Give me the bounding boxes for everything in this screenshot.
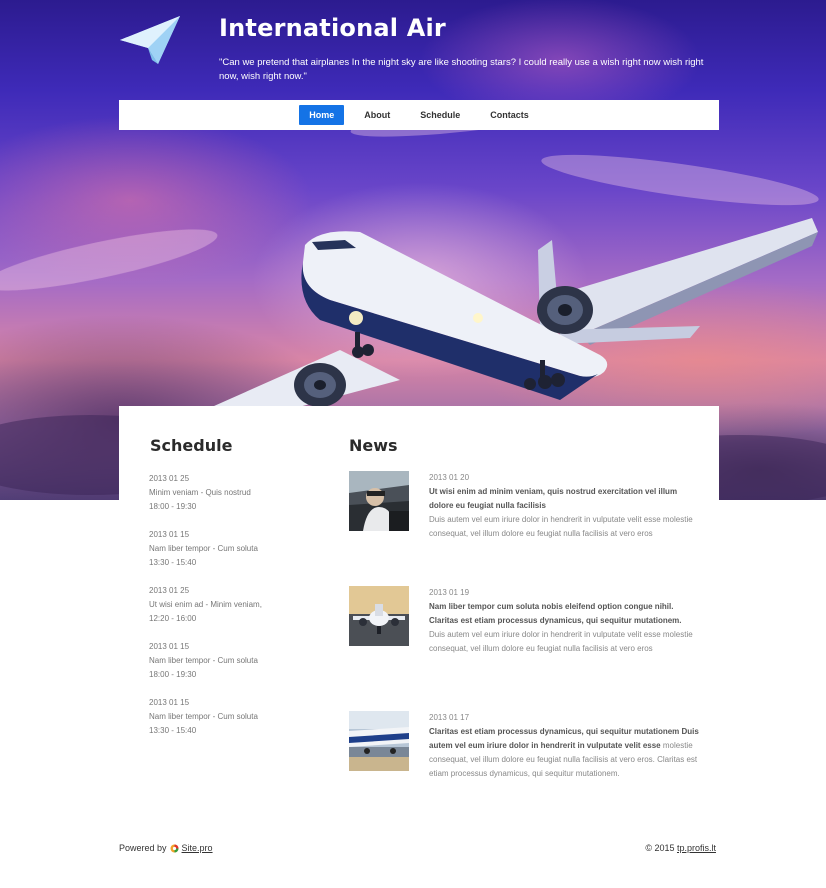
news-thumbnail-pilot[interactable] [349,471,409,531]
news-headline[interactable]: Claritas est etiam processus dynamicus, … [429,727,699,750]
site-title[interactable]: International Air [219,14,446,42]
schedule-entry: 2013 01 15 Nam liber tempor - Cum soluta… [149,528,319,584]
news-date: 2013 01 17 [429,713,470,722]
main-navigation: Home About Schedule Contacts [119,100,719,130]
site-tagline: "Can we pretend that airplanes In the ni… [219,57,704,82]
schedule-list: 2013 01 25 Minim veniam - Quis nostrud 1… [149,472,319,752]
nav-item-contacts[interactable]: Contacts [480,105,539,125]
news-date: 2013 01 20 [429,473,470,482]
news-date: 2013 01 19 [429,588,470,597]
nav-item-schedule[interactable]: Schedule [410,105,470,125]
schedule-time: 18:00 - 19:30 [149,502,197,511]
copyright-label: © 2015 [645,843,675,853]
news-text: 2013 01 20 Ut wisi enim ad minim veniam,… [429,471,699,541]
schedule-time: 13:30 - 15:40 [149,558,197,567]
sitepro-link[interactable]: Site.pro [182,843,213,853]
news-body: Duis autem vel eum iriure dolor in hendr… [429,515,693,538]
schedule-entry: 2013 01 25 Ut wisi enim ad - Minim venia… [149,584,319,640]
nav-item-about[interactable]: About [354,105,400,125]
schedule-route: Minim veniam - Quis nostrud [149,488,251,497]
news-headline[interactable]: Ut wisi enim ad minim veniam, quis nostr… [429,485,699,513]
schedule-entry: 2013 01 15 Nam liber tempor - Cum soluta… [149,640,319,696]
schedule-entry: 2013 01 25 Minim veniam - Quis nostrud 1… [149,472,319,528]
news-headline[interactable]: Nam liber tempor cum soluta nobis eleife… [429,600,699,628]
copyright-link[interactable]: tp.profis.lt [677,843,716,853]
schedule-heading: Schedule [150,436,233,455]
powered-by-label: Powered by [119,843,167,853]
nav-item-home[interactable]: Home [299,105,345,125]
schedule-date: 2013 01 15 [149,530,190,539]
schedule-date: 2013 01 15 [149,642,190,651]
footer-copyright: © 2015 tp.profis.lt [645,843,716,853]
schedule-time: 13:30 - 15:40 [149,726,197,735]
schedule-route: Nam liber tempor - Cum soluta [149,712,258,721]
schedule-date: 2013 01 15 [149,698,190,707]
schedule-route: Nam liber tempor - Cum soluta [149,544,258,553]
news-thumbnail-airplane-front[interactable] [349,586,409,646]
schedule-date: 2013 01 25 [149,586,190,595]
news-body: Duis autem vel eum iriure dolor in hendr… [429,630,693,653]
schedule-time: 12:20 - 16:00 [149,614,197,623]
schedule-date: 2013 01 25 [149,474,190,483]
schedule-entry: 2013 01 15 Nam liber tempor - Cum soluta… [149,696,319,752]
news-thumbnail-airplane-side[interactable] [349,711,409,771]
footer-powered-by: Powered by Site.pro [119,843,213,853]
news-heading: News [349,436,398,455]
content-panel: Schedule 2013 01 25 Minim veniam - Quis … [119,406,719,826]
news-text: 2013 01 19 Nam liber tempor cum soluta n… [429,586,699,656]
paper-plane-icon[interactable] [118,14,184,66]
schedule-time: 18:00 - 19:30 [149,670,197,679]
news-text: 2013 01 17 Claritas est etiam processus … [429,711,699,781]
sitepro-logo-icon [170,844,179,853]
schedule-route: Ut wisi enim ad - Minim veniam, [149,600,262,609]
schedule-route: Nam liber tempor - Cum soluta [149,656,258,665]
